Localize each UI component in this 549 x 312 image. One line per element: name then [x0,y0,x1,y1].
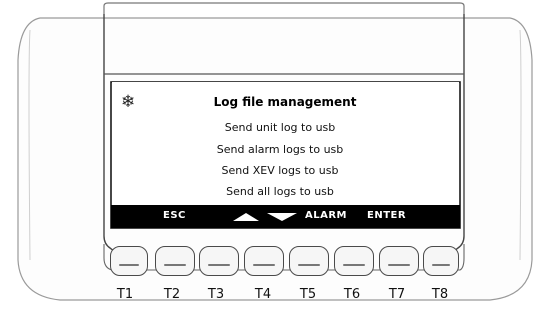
enter-softkey-label: ENTER [367,210,407,221]
key-label-t2: T2 [163,287,181,302]
key-t7[interactable] [379,246,419,276]
screen-title: Log file management [213,95,357,109]
key-label-t4: T4 [254,287,272,302]
key-label-t8: T8 [431,287,449,302]
key-t1[interactable] [110,246,148,276]
key-t2[interactable] [155,246,195,276]
down-arrow-icon [267,213,297,221]
key-t5[interactable] [289,246,329,276]
menu-item-send-unit-log[interactable]: Send unit log to usb [150,121,410,134]
key-label-t6: T6 [343,287,361,302]
key-t4[interactable] [244,246,284,276]
alarm-softkey-label: ALARM [305,210,348,221]
menu-item-send-all-logs[interactable]: Send all logs to usb [150,185,410,198]
menu-item-send-alarm-logs[interactable]: Send alarm logs to usb [150,143,410,156]
key-t8[interactable] [423,246,459,276]
key-label-t7: T7 [388,287,406,302]
menu-item-send-xev-logs[interactable]: Send XEV logs to usb [150,164,410,177]
key-label-t3: T3 [207,287,225,302]
key-label-t5: T5 [299,287,317,302]
key-t6[interactable] [334,246,374,276]
key-t3[interactable] [199,246,239,276]
up-arrow-icon [233,213,259,221]
key-label-t1: T1 [116,287,134,302]
arrow-icons [233,213,297,221]
snowflake-icon: ❄ [121,92,136,112]
softkey-bar: ESC ALARM ENTER [111,205,460,228]
